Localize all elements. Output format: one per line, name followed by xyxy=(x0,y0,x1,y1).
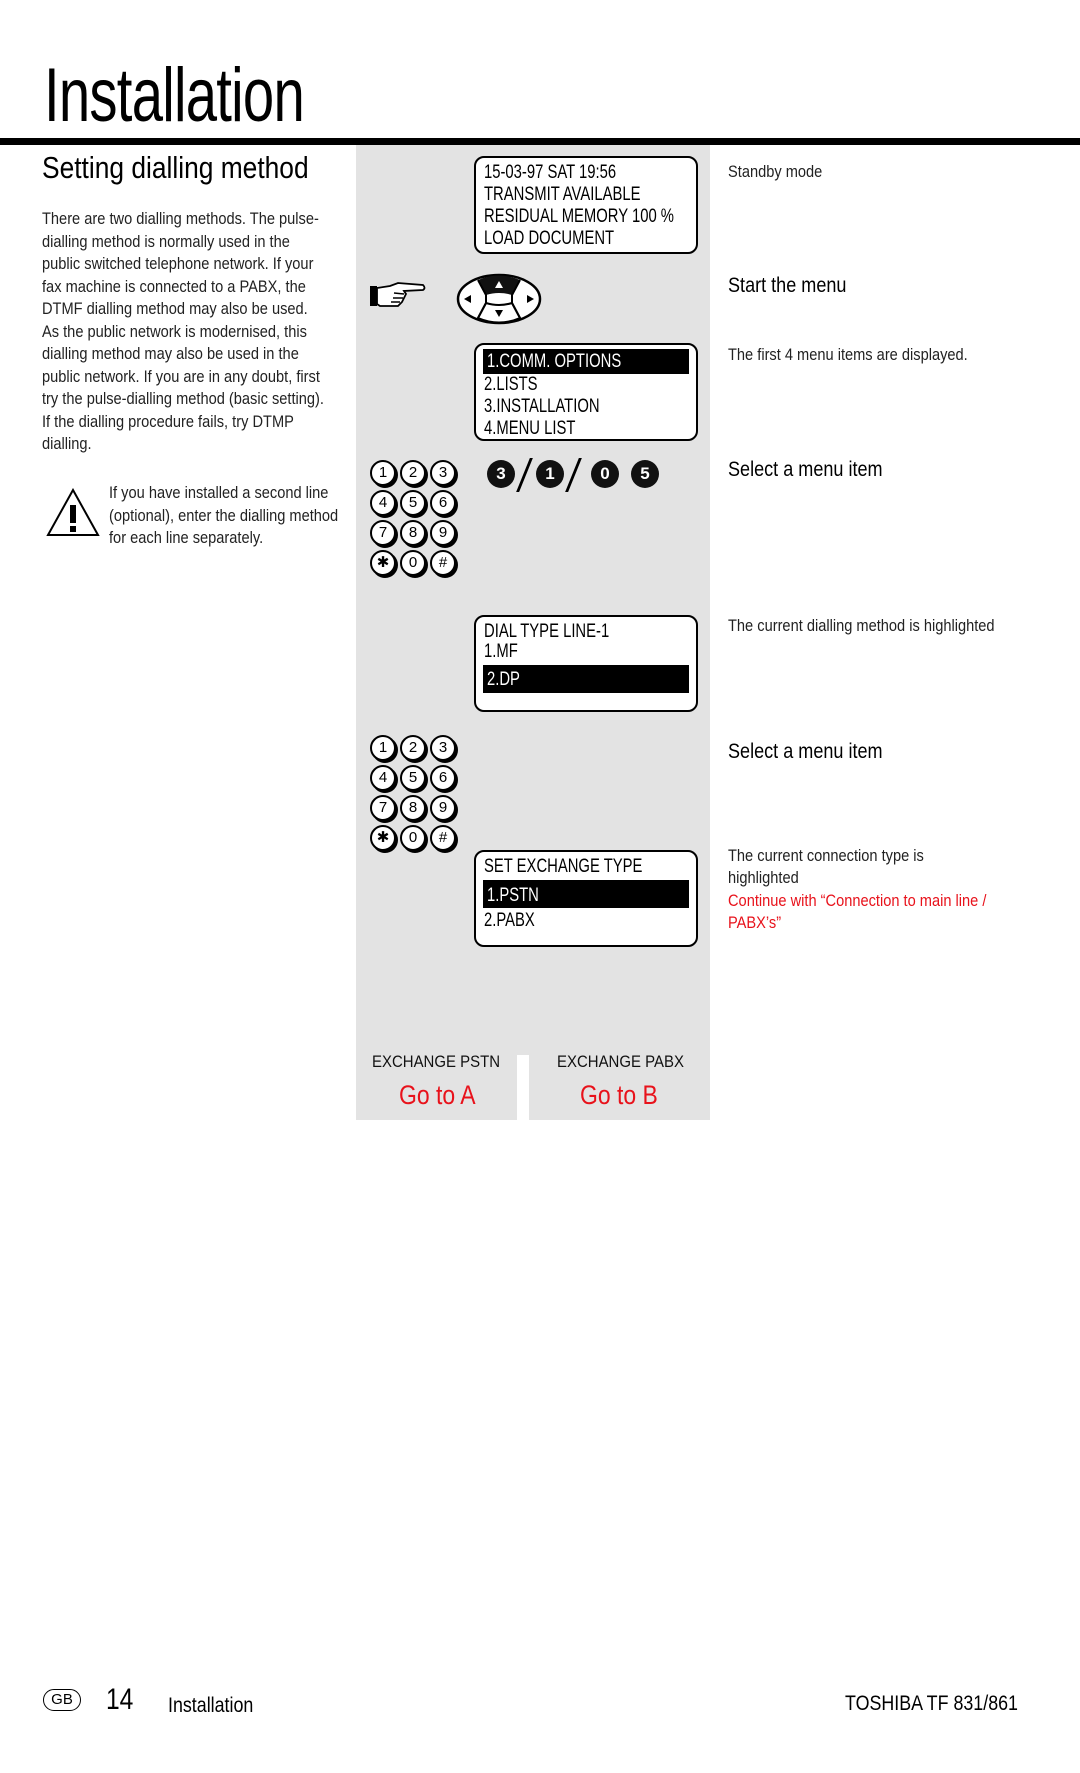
keypad-key[interactable]: 9 xyxy=(430,520,456,546)
exchange-pstn-label: EXCHANGE PSTN xyxy=(372,1052,501,1071)
keypad-key[interactable]: ✱ xyxy=(370,825,396,851)
keypad-key[interactable]: 5 xyxy=(400,490,426,516)
keypad-key[interactable]: ✱ xyxy=(370,550,396,576)
goto-a-link[interactable]: Go to A xyxy=(399,1080,476,1111)
step-current-method: The current dialling method is highlight… xyxy=(728,616,995,635)
warning-note: If you have installed a second line (opt… xyxy=(109,483,339,547)
lcd-line: 2.PABX xyxy=(484,910,535,931)
keypad-key[interactable]: 7 xyxy=(370,795,396,821)
lcd-line-selected: 1.COMM. OPTIONS xyxy=(487,351,622,372)
lcd-highlight: 1.PSTN xyxy=(483,880,689,908)
step-current-connection-cont: highlighted xyxy=(728,868,799,887)
keypad-key[interactable]: 8 xyxy=(400,520,426,546)
sequence-key-1: 1 xyxy=(536,460,564,488)
step-start-menu: Start the menu xyxy=(728,274,847,297)
keypad-key[interactable]: 3 xyxy=(430,735,456,761)
keypad-key[interactable]: 2 xyxy=(400,460,426,486)
keypad-key[interactable]: 8 xyxy=(400,795,426,821)
lcd-line: 1.MF xyxy=(484,641,518,662)
keypad-key[interactable]: 7 xyxy=(370,520,396,546)
keypad-key[interactable]: # xyxy=(430,825,456,851)
title-rule xyxy=(0,138,1080,145)
intro-paragraph: There are two dialling methods. The puls… xyxy=(42,209,324,453)
language-badge: GB xyxy=(43,1689,81,1711)
keypad-key[interactable]: 3 xyxy=(430,460,456,486)
keypad-key[interactable]: 0 xyxy=(400,550,426,576)
lcd-line: DIAL TYPE LINE-1 xyxy=(484,621,610,642)
keypad-key[interactable]: 0 xyxy=(400,825,426,851)
keypad-key[interactable]: 4 xyxy=(370,490,396,516)
footer-model: TOSHIBA TF 831/861 xyxy=(845,1692,1018,1715)
keypad-key[interactable]: # xyxy=(430,550,456,576)
step-standby: Standby mode xyxy=(728,162,823,181)
section-title: Setting dialling method xyxy=(42,150,309,185)
continue-link[interactable]: Continue with “Connection to main line / xyxy=(728,891,986,911)
keypad: 1 2 3 4 5 6 7 8 9 ✱ 0 # xyxy=(370,735,462,857)
sequence-key-5: 5 xyxy=(631,460,659,488)
keypad-key[interactable]: 6 xyxy=(430,490,456,516)
exchange-pabx-label: EXCHANGE PABX xyxy=(557,1052,684,1071)
lcd-line: LOAD DOCUMENT xyxy=(484,228,615,249)
keypad-key[interactable]: 9 xyxy=(430,795,456,821)
warning-icon xyxy=(46,488,100,536)
footer-section: Installation xyxy=(168,1694,254,1717)
lcd-line: 3.INSTALLATION xyxy=(484,396,600,417)
pointing-hand-icon xyxy=(370,282,426,307)
step-first-items: The first 4 menu items are displayed. xyxy=(728,345,968,364)
lcd-highlight: 1.COMM. OPTIONS xyxy=(483,349,689,374)
keypad-key[interactable]: 6 xyxy=(430,765,456,791)
lcd-menu-screen: 1.COMM. OPTIONS 2.LISTS 3.INSTALLATION 4… xyxy=(474,343,698,441)
lcd-line-selected: 2.DP xyxy=(487,669,520,690)
lcd-dial-type-screen: DIAL TYPE LINE-1 1.MF 2.DP xyxy=(474,615,698,712)
step-select-item: Select a menu item xyxy=(728,740,883,763)
continue-link-cont[interactable]: PABX’s” xyxy=(728,913,781,933)
keypad: 1 2 3 4 5 6 7 8 9 ✱ 0 # xyxy=(370,460,462,582)
keypad-key[interactable]: 2 xyxy=(400,735,426,761)
sequence-key-3: 3 xyxy=(487,460,515,488)
keypad-key[interactable]: 1 xyxy=(370,460,396,486)
keypad-key[interactable]: 5 xyxy=(400,765,426,791)
navigation-pad[interactable] xyxy=(456,273,542,325)
page-title: Installation xyxy=(44,53,305,138)
lcd-highlight: 2.DP xyxy=(483,665,689,693)
keypad-key[interactable]: 4 xyxy=(370,765,396,791)
goto-b-link[interactable]: Go to B xyxy=(580,1080,658,1111)
lcd-line-selected: 1.PSTN xyxy=(487,885,539,906)
step-select-item: Select a menu item xyxy=(728,458,883,481)
lcd-standby-screen: 15-03-97 SAT 19:56 TRANSMIT AVAILABLE RE… xyxy=(474,156,698,254)
sequence-key-0: 0 xyxy=(591,460,619,488)
lcd-line: 15-03-97 SAT 19:56 xyxy=(484,162,617,183)
keypad-key[interactable]: 1 xyxy=(370,735,396,761)
lcd-line: TRANSMIT AVAILABLE xyxy=(484,184,641,205)
lcd-line: 4.MENU LIST xyxy=(484,418,576,439)
panel-divider xyxy=(517,1055,529,1121)
lcd-line: SET EXCHANGE TYPE xyxy=(484,856,643,877)
step-current-connection: The current connection type is xyxy=(728,846,924,865)
lcd-line: RESIDUAL MEMORY 100 % xyxy=(484,206,674,227)
page-number: 14 xyxy=(106,1683,134,1716)
lcd-exchange-type-screen: SET EXCHANGE TYPE 1.PSTN 2.PABX xyxy=(474,850,698,947)
lcd-line: 2.LISTS xyxy=(484,374,538,395)
